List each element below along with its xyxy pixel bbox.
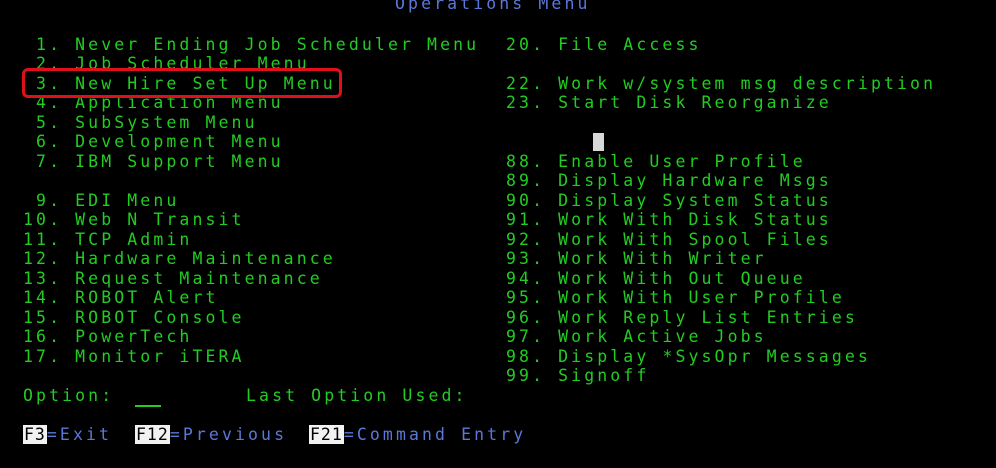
menu-item-3[interactable]: 3. New Hire Set Up Menu [23, 74, 336, 94]
menu-item-4[interactable]: 4. Application Menu [23, 93, 284, 113]
menu-item-96[interactable]: 96. Work Reply List Entries [506, 308, 858, 328]
menu-item-95[interactable]: 95. Work With User Profile [506, 288, 845, 308]
menu-item-16[interactable]: 16. PowerTech [23, 327, 192, 347]
menu-item-11[interactable]: 11. TCP Admin [23, 230, 192, 250]
f12-previous-key[interactable]: F12=Previous [135, 425, 287, 445]
option-input[interactable] [135, 386, 161, 407]
menu-item-88[interactable]: 88. Enable User Profile [506, 152, 806, 172]
menu-item-92[interactable]: 92. Work With Spool Files [506, 230, 832, 250]
menu-item-91[interactable]: 91. Work With Disk Status [506, 210, 832, 230]
f3-exit-key[interactable]: F3=Exit [23, 425, 112, 445]
terminal-cursor [593, 133, 604, 151]
f12-key-desc: =Previous [169, 425, 288, 444]
menu-item-5[interactable]: 5. SubSystem Menu [23, 113, 258, 133]
f12-key-label: F12 [135, 425, 170, 444]
menu-item-7[interactable]: 7. IBM Support Menu [23, 152, 284, 172]
f21-command-entry-key[interactable]: F21=Command Entry [309, 425, 526, 445]
menu-item-17[interactable]: 17. Monitor iTERA [23, 347, 245, 367]
menu-item-15[interactable]: 15. ROBOT Console [23, 308, 245, 328]
menu-item-90[interactable]: 90. Display System Status [506, 191, 832, 211]
menu-item-93[interactable]: 93. Work With Writer [506, 249, 767, 269]
f21-key-desc: =Command Entry [343, 425, 527, 444]
f21-key-label: F21 [309, 425, 344, 444]
menu-item-2[interactable]: 2. Job Scheduler Menu [23, 54, 310, 74]
menu-item-13[interactable]: 13. Request Maintenance [23, 269, 323, 289]
last-option-used-label: Last Option Used: [246, 386, 468, 405]
menu-item-12[interactable]: 12. Hardware Maintenance [23, 249, 336, 269]
f3-key-label: F3 [23, 425, 47, 444]
menu-item-98[interactable]: 98. Display *SysOpr Messages [506, 347, 871, 367]
menu-item-23[interactable]: 23. Start Disk Reorganize [506, 93, 832, 113]
menu-item-6[interactable]: 6. Development Menu [23, 132, 284, 152]
menu-item-22[interactable]: 22. Work w/system msg description [506, 74, 936, 94]
menu-item-20[interactable]: 20. File Access [506, 35, 702, 55]
menu-item-99[interactable]: 99. Signoff [506, 366, 649, 386]
menu-item-9[interactable]: 9. EDI Menu [23, 191, 179, 211]
screen-title: Operations Menu [395, 0, 591, 13]
menu-item-1[interactable]: 1. Never Ending Job Scheduler Menu [23, 35, 479, 55]
menu-item-10[interactable]: 10. Web N Transit [23, 210, 245, 230]
menu-item-94[interactable]: 94. Work With Out Queue [506, 269, 806, 289]
menu-item-89[interactable]: 89. Display Hardware Msgs [506, 171, 832, 191]
menu-item-14[interactable]: 14. ROBOT Alert [23, 288, 219, 308]
f3-key-desc: =Exit [46, 425, 113, 444]
option-label: Option: [23, 386, 115, 405]
menu-item-97[interactable]: 97. Work Active Jobs [506, 327, 767, 347]
